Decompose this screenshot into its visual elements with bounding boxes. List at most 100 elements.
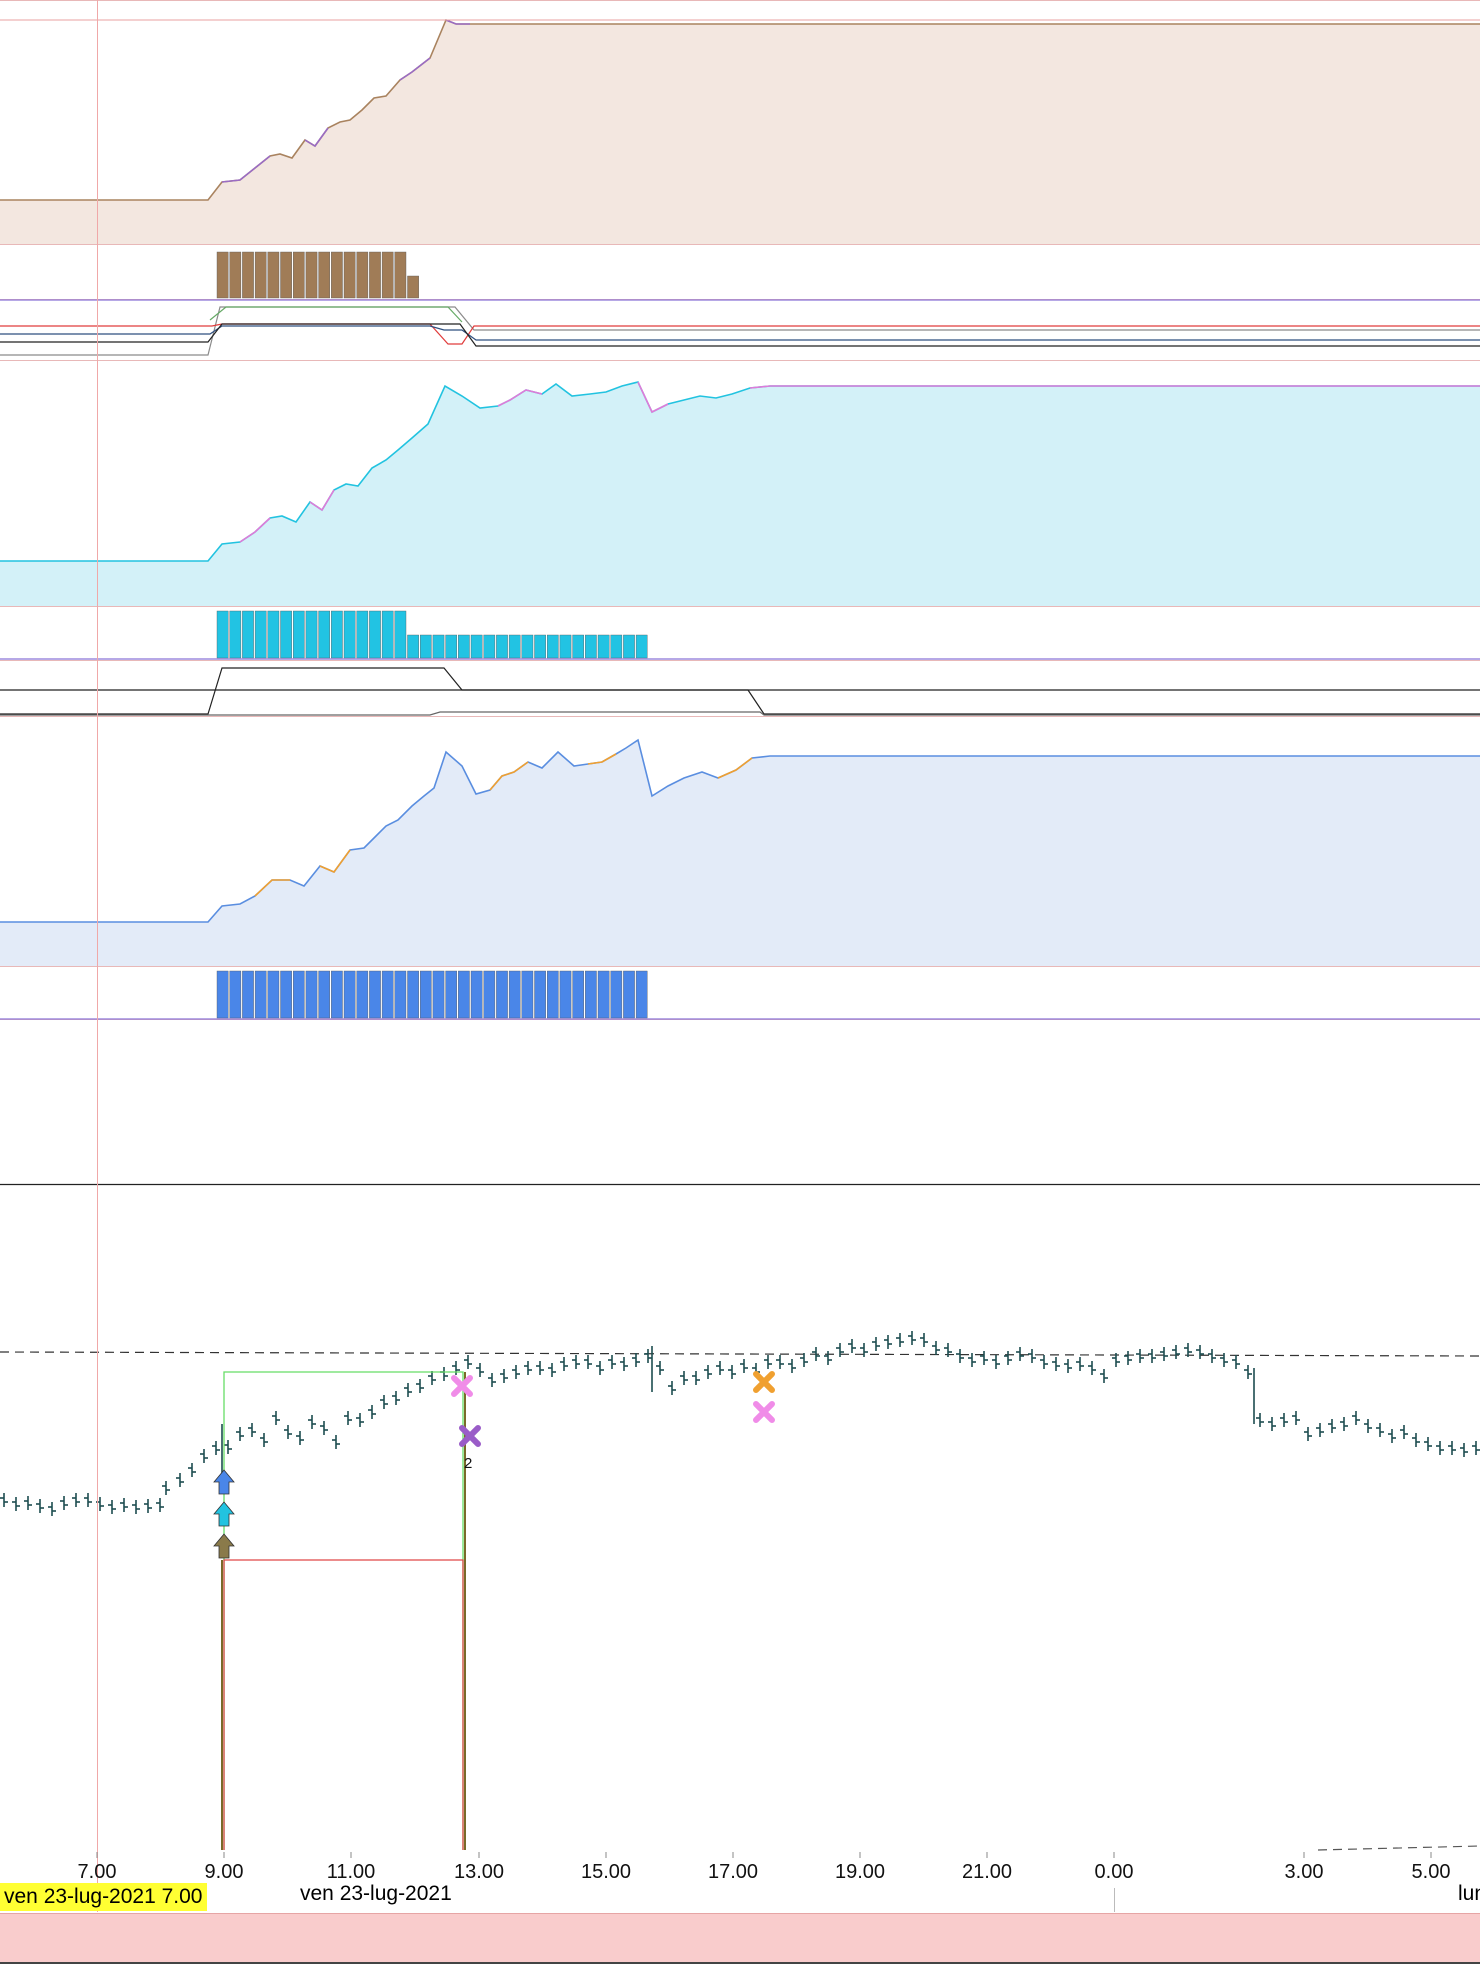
- position-bar: [369, 970, 381, 1019]
- position-bar: [356, 970, 369, 1019]
- chart-canvas: 2 7.00 9.00 11.00 13.00 15.00 17.00 19.00 21.00 0…: [0, 0, 1480, 1912]
- lower-reference-line: [1317, 1845, 1480, 1851]
- position-bar: [267, 251, 280, 299]
- position-bar: [242, 610, 254, 659]
- x-tick-label: 19.00: [835, 1861, 885, 1883]
- position-bar: [216, 251, 229, 299]
- signal-line-b1: [0, 667, 1480, 715]
- position-bar: [445, 970, 458, 1019]
- position-bar: [305, 610, 318, 659]
- trade-stop-box: [223, 1559, 464, 1850]
- position-bar: [483, 634, 496, 659]
- position-bar: [394, 610, 407, 659]
- x-tick-label: 21.00: [962, 1861, 1012, 1883]
- position-bar: [229, 251, 242, 299]
- x-tick-label: 13.00: [454, 1861, 504, 1883]
- position-bar: [381, 251, 394, 299]
- trading-chart: 2 7.00 9.00 11.00 13.00 15.00 17.00 19.00 21.00 0…: [0, 0, 1480, 1964]
- position-bar: [305, 251, 318, 299]
- position-bar: [369, 610, 381, 659]
- position-bar: [635, 970, 648, 1019]
- position-bar: [559, 970, 572, 1019]
- position-bar: [229, 610, 242, 659]
- position-bar: [420, 634, 432, 659]
- position-bar: [445, 634, 458, 659]
- signal-line-a3: [0, 323, 1480, 347]
- position-bar: [343, 251, 356, 299]
- position-bar: [280, 970, 292, 1019]
- position-bar: [534, 970, 546, 1019]
- signal-line-a0: [0, 306, 1480, 356]
- position-bar: [229, 970, 242, 1019]
- position-bar: [318, 251, 331, 299]
- scroll-strip[interactable]: [0, 1913, 1480, 1964]
- signal-line-a2: [0, 325, 1480, 341]
- position-bar: [318, 970, 331, 1019]
- position-bar: [267, 610, 280, 659]
- position-bar: [585, 970, 597, 1019]
- position-bar: [331, 970, 343, 1019]
- next-session-date-label: lun: [1458, 1882, 1480, 1905]
- x-tick-label: 0.00: [1095, 1861, 1134, 1883]
- position-bar: [508, 634, 521, 659]
- buy-arrow-blue-icon: [213, 1469, 235, 1495]
- position-bar: [547, 634, 559, 659]
- x-tick-label: 17.00: [708, 1861, 758, 1883]
- position-bar: [280, 610, 292, 659]
- position-bar: [470, 970, 483, 1019]
- position-bar: [407, 275, 419, 299]
- position-bar: [331, 610, 343, 659]
- equity-area-2: [0, 382, 1480, 606]
- position-bar: [381, 970, 394, 1019]
- position-bar: [597, 634, 610, 659]
- equity-area-3: [0, 740, 1480, 966]
- position-bar: [293, 970, 305, 1019]
- position-bar: [407, 970, 419, 1019]
- x-tick-label: 5.00: [1412, 1861, 1451, 1883]
- position-bar: [610, 634, 623, 659]
- trade-target-box: [223, 1371, 464, 1850]
- position-bar: [483, 970, 496, 1019]
- equity-area-1: [0, 20, 1480, 244]
- position-bar: [559, 634, 572, 659]
- position-bar: [420, 970, 432, 1019]
- position-bar: [572, 634, 584, 659]
- cursor-date-badge: ven 23-lug-2021 7.00: [0, 1883, 207, 1911]
- position-bar: [369, 251, 381, 299]
- position-bar: [254, 610, 267, 659]
- position-bar: [496, 634, 508, 659]
- position-bar: [597, 970, 610, 1019]
- position-bar: [381, 610, 394, 659]
- position-bar: [623, 970, 635, 1019]
- position-bar: [458, 634, 470, 659]
- position-bar: [521, 634, 534, 659]
- position-bar: [534, 634, 546, 659]
- position-bar: [305, 970, 318, 1019]
- position-bar: [331, 251, 343, 299]
- signal-line-a1: [0, 323, 1480, 345]
- position-bar: [521, 970, 534, 1019]
- position-bar: [458, 970, 470, 1019]
- exit-count-label: 2: [464, 1455, 472, 1472]
- position-bar: [216, 610, 229, 659]
- position-bar: [610, 970, 623, 1019]
- position-bar: [293, 251, 305, 299]
- signal-line-a4: [209, 306, 463, 323]
- buy-arrow-brown-icon: [213, 1533, 235, 1559]
- position-bar: [572, 970, 584, 1019]
- position-bar: [242, 970, 254, 1019]
- x-tick-label: 9.00: [205, 1861, 244, 1883]
- position-bar: [635, 634, 648, 659]
- position-bar: [254, 970, 267, 1019]
- position-bar: [496, 970, 508, 1019]
- position-bar: [216, 970, 229, 1019]
- exit-cross-pink-2-icon: [753, 1401, 775, 1423]
- position-bar: [547, 970, 559, 1019]
- position-bar: [318, 610, 331, 659]
- exit-cross-pink-icon: [451, 1375, 473, 1397]
- x-tick-label: 7.00: [78, 1861, 117, 1883]
- position-bar: [394, 970, 407, 1019]
- position-bar: [585, 634, 597, 659]
- position-bar: [432, 970, 445, 1019]
- x-tick-label: 3.00: [1285, 1861, 1324, 1883]
